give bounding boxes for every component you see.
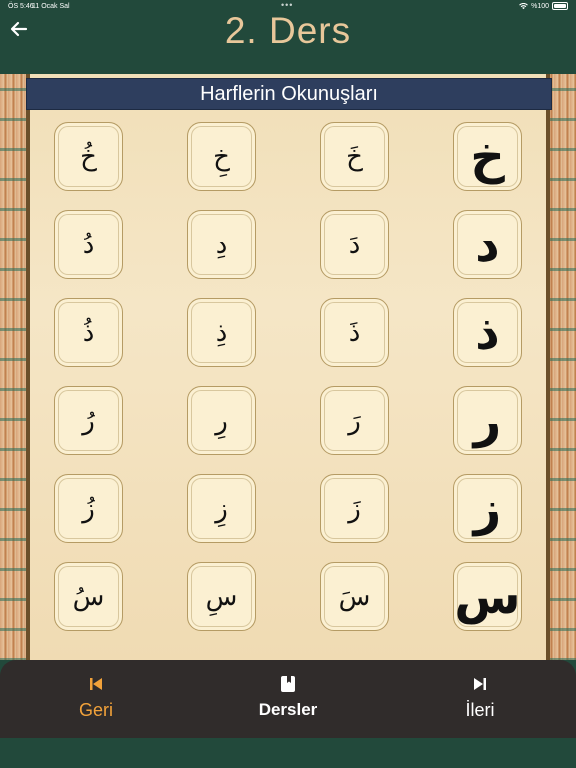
letter-text: سِ [205, 581, 238, 612]
letter-text: ذَ [348, 317, 361, 348]
lesson-content[interactable]: Harflerin Okunuşları خُ خِ خَ خ دُ دِ دَ د ذُ ذِ ذ… [0, 74, 576, 660]
letter-text: زِ [215, 493, 228, 524]
letter-tile[interactable]: د [453, 210, 522, 279]
letter-tile[interactable]: ذَ [320, 298, 389, 367]
letter-tile[interactable]: زُ [54, 474, 123, 543]
letter-tile[interactable]: خ [453, 122, 522, 191]
next-button[interactable]: İleri [420, 670, 540, 728]
letter-text: زُ [82, 493, 95, 524]
prev-button[interactable]: Geri [36, 670, 156, 728]
letter-tile[interactable]: خَ [320, 122, 389, 191]
skip-back-icon [90, 678, 102, 690]
letter-tile[interactable]: رَ [320, 386, 389, 455]
page-title: 2. Ders [224, 10, 352, 51]
letter-tile[interactable]: دُ [54, 210, 123, 279]
letter-text: س [454, 568, 521, 625]
letter-tile[interactable]: ر [453, 386, 522, 455]
letter-text: ذُ [82, 317, 95, 348]
letter-text: رَ [348, 405, 361, 436]
letter-tile[interactable]: سِ [187, 562, 256, 631]
letter-tile[interactable]: زَ [320, 474, 389, 543]
bottom-nav: Geri Dersler İleri [0, 660, 576, 738]
letter-text: دَ [348, 229, 361, 260]
letter-tile[interactable]: سُ [54, 562, 123, 631]
letter-tile[interactable]: دَ [320, 210, 389, 279]
letter-text: سُ [72, 581, 105, 612]
letter-text: خِ [213, 141, 230, 172]
letter-tile[interactable]: زِ [187, 474, 256, 543]
letter-text: خ [470, 128, 505, 185]
next-label: İleri [465, 700, 495, 720]
letter-tile[interactable]: خِ [187, 122, 256, 191]
letter-text: ذ [475, 304, 500, 361]
letter-text: زَ [348, 493, 361, 524]
letter-tile[interactable]: س [453, 562, 522, 631]
letter-text: خُ [80, 141, 97, 172]
letter-text: دُ [82, 229, 95, 260]
letter-tile[interactable]: دِ [187, 210, 256, 279]
ornament-border-left [0, 74, 30, 660]
letter-tile[interactable]: ذُ [54, 298, 123, 367]
letter-text: رُ [82, 405, 95, 436]
letter-tile[interactable]: رُ [54, 386, 123, 455]
section-title: Harflerin Okunuşları [26, 78, 552, 110]
header: 2. Ders [0, 0, 576, 74]
letter-text: ر [473, 392, 502, 449]
skip-forward-icon [474, 678, 486, 690]
footer-bar [0, 738, 576, 768]
ornament-border-right [546, 74, 576, 660]
letter-text: ذِ [215, 317, 228, 348]
letter-tile[interactable]: ذِ [187, 298, 256, 367]
letter-text: رِ [215, 405, 228, 436]
letter-tile[interactable]: خُ [54, 122, 123, 191]
letter-text: دِ [215, 229, 228, 260]
letter-tile[interactable]: ذ [453, 298, 522, 367]
lessons-button[interactable]: Dersler [228, 670, 348, 728]
letter-tile[interactable]: رِ [187, 386, 256, 455]
letter-text: د [475, 216, 500, 273]
letter-text: سَ [338, 581, 371, 612]
book-icon [281, 676, 295, 692]
letter-text: خَ [346, 141, 363, 172]
prev-label: Geri [78, 700, 113, 720]
letter-text: ز [473, 480, 502, 537]
letter-tile[interactable]: ز [453, 474, 522, 543]
letter-tile[interactable]: سَ [320, 562, 389, 631]
lessons-label: Dersler [258, 700, 318, 719]
